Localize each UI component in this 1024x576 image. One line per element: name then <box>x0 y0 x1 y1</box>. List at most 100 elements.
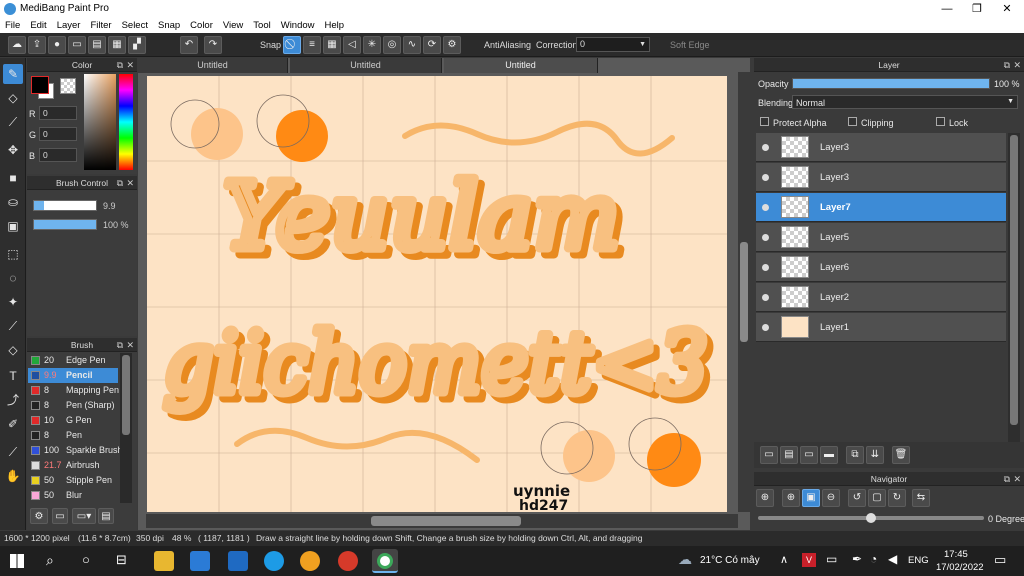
clipping-checkbox[interactable] <box>848 117 857 128</box>
snap-grid-icon[interactable]: ▦ <box>323 36 341 54</box>
brush-list-scrollbar[interactable] <box>120 353 132 503</box>
rotate-right-icon[interactable]: ↻ <box>888 489 906 507</box>
blending-select[interactable]: Normal ▼ <box>792 95 1018 109</box>
brush-item[interactable]: 9.9 Pencil <box>28 368 118 383</box>
mail-icon[interactable] <box>228 551 248 571</box>
app-circle-icon[interactable] <box>300 551 320 571</box>
move-tool-icon[interactable]: ✥ <box>3 140 23 160</box>
drawing-canvas[interactable]: Yeuulam Yeuulam giichomett<3 giichomett<… <box>147 76 727 512</box>
float-icon[interactable]: ⧉ <box>1004 472 1010 486</box>
brush-item[interactable]: 50 Stipple Pen <box>28 473 118 488</box>
brush-opacity-slider[interactable] <box>33 219 97 230</box>
brush-item[interactable]: 50 Blur <box>28 488 118 503</box>
select-eraser-icon[interactable]: ◇ <box>3 340 23 360</box>
chevron-up-icon[interactable]: ∧ <box>780 553 788 566</box>
close-icon[interactable]: ✕ <box>1013 58 1021 72</box>
search-icon[interactable]: ⌕ <box>46 552 54 569</box>
fill-tool-icon[interactable]: ⛀ <box>3 192 23 212</box>
antivirus-tray-icon[interactable]: V <box>802 553 816 567</box>
menu-layer[interactable]: Layer <box>52 18 86 33</box>
comment-icon[interactable]: ▭ <box>68 36 86 54</box>
duplicate-layer-icon[interactable]: ⧉ <box>846 446 864 464</box>
new-layer-icon[interactable]: ▭ <box>760 446 778 464</box>
canvas-vertical-scrollbar[interactable] <box>738 72 750 512</box>
file-explorer-icon[interactable] <box>154 551 174 571</box>
operation-tool-icon[interactable]: ⤴ <box>3 390 23 410</box>
clock-time[interactable]: 17:45 <box>944 549 968 560</box>
tablet-tray-icon[interactable]: ▭ <box>826 552 837 566</box>
snap-parallel-icon[interactable]: ≡ <box>303 36 321 54</box>
new-8bit-layer-icon[interactable]: ▭ <box>800 446 818 464</box>
fit-window-icon[interactable]: ▣ <box>802 489 820 507</box>
document-icon[interactable]: ▤ <box>88 36 106 54</box>
float-icon[interactable]: ⧉ <box>117 58 123 72</box>
protect-alpha-checkbox[interactable] <box>760 117 769 128</box>
task-view-icon[interactable]: ○ <box>82 552 90 567</box>
transparent-color[interactable] <box>60 78 76 94</box>
brush-item[interactable]: 100 Sparkle Brush <box>28 443 123 458</box>
menu-color[interactable]: Color <box>185 18 218 33</box>
brush-settings-icon[interactable]: ⚙ <box>30 508 48 524</box>
chat-icon[interactable]: ● <box>48 36 66 54</box>
layer-row[interactable]: Layer3 <box>756 133 1006 162</box>
r-input[interactable]: 0 <box>39 106 77 120</box>
snap-off-icon[interactable]: ⃠ <box>283 36 301 54</box>
menu-filter[interactable]: Filter <box>85 18 116 33</box>
actual-size-icon[interactable]: ▢ <box>868 489 886 507</box>
zoom-out-icon[interactable]: ⊖ <box>822 489 840 507</box>
menu-view[interactable]: View <box>218 18 248 33</box>
flip-horizontal-icon[interactable]: ⇆ <box>912 489 930 507</box>
layer-row[interactable]: Layer6 <box>756 253 1006 282</box>
brush-tool-icon[interactable]: ✎ <box>3 64 23 84</box>
correction-select[interactable]: 0 ▼ <box>576 37 650 52</box>
layer-row[interactable]: Layer1 <box>756 313 1006 342</box>
snap-circle-icon[interactable]: ◎ <box>383 36 401 54</box>
chrome-icon[interactable] <box>338 551 358 571</box>
speaker-icon[interactable]: ◀ <box>888 552 897 566</box>
layer-visibility-icon[interactable] <box>762 264 769 271</box>
snap-settings-icon[interactable]: ⚙ <box>443 36 461 54</box>
layer-visibility-icon[interactable] <box>762 204 769 211</box>
shape-tool-icon[interactable]: ■ <box>3 168 23 188</box>
new-brush-icon[interactable]: ▭ <box>52 508 68 524</box>
layer-row[interactable]: Layer5 <box>756 223 1006 252</box>
b-input[interactable]: 0 <box>39 148 77 162</box>
menu-help[interactable]: Help <box>320 18 350 33</box>
zoom-in-step-icon[interactable]: ⊕ <box>782 489 800 507</box>
widgets-icon[interactable]: ⊟ <box>116 552 127 568</box>
layer-visibility-icon[interactable] <box>762 324 769 331</box>
float-icon[interactable]: ⧉ <box>117 176 123 190</box>
select-pen-icon[interactable]: ⟋ <box>3 316 23 336</box>
eraser-tool-icon[interactable]: ◇ <box>3 88 23 108</box>
snap-perspective-icon[interactable]: ◁ <box>343 36 361 54</box>
layer-visibility-icon[interactable] <box>762 144 769 151</box>
menu-snap[interactable]: Snap <box>153 18 185 33</box>
menu-window[interactable]: Window <box>276 18 320 33</box>
edge-browser-icon[interactable] <box>264 551 284 571</box>
new-folder-icon[interactable]: ▬ <box>820 446 838 464</box>
close-button[interactable]: ✕ <box>992 0 1022 18</box>
weather-text[interactable]: 21°C Có mây <box>700 555 760 566</box>
brush-item[interactable]: 20 Edge Pen <box>28 353 118 368</box>
layer-list-scrollbar[interactable] <box>1008 133 1020 443</box>
brush-item[interactable]: 21.7 Airbrush <box>28 458 118 473</box>
text-tool-icon[interactable]: T <box>3 366 23 386</box>
material-icon[interactable]: ▞ <box>128 36 146 54</box>
dot-tool-icon[interactable]: ⟋ <box>3 112 23 132</box>
g-input[interactable]: 0 <box>39 127 77 141</box>
new-halftone-layer-icon[interactable]: ▤ <box>780 446 798 464</box>
tab-untitled-2[interactable]: Untitled <box>290 58 442 73</box>
layer-row[interactable]: Layer7 <box>756 193 1006 222</box>
primary-color[interactable] <box>31 76 49 94</box>
hand-tool-icon[interactable]: ✋ <box>3 466 23 486</box>
layer-visibility-icon[interactable] <box>762 174 769 181</box>
divide-tool-icon[interactable]: ✐ <box>3 414 23 434</box>
menu-edit[interactable]: Edit <box>25 18 51 33</box>
windows-start-icon[interactable] <box>10 554 24 568</box>
menu-select[interactable]: Select <box>117 18 153 33</box>
layer-row[interactable]: Layer3 <box>756 163 1006 192</box>
brush-size-slider[interactable] <box>33 200 97 211</box>
zoom-in-icon[interactable]: ⊕ <box>756 489 774 507</box>
language-indicator[interactable]: ENG <box>908 555 929 566</box>
cloud-icon[interactable]: ☁ <box>8 36 26 54</box>
